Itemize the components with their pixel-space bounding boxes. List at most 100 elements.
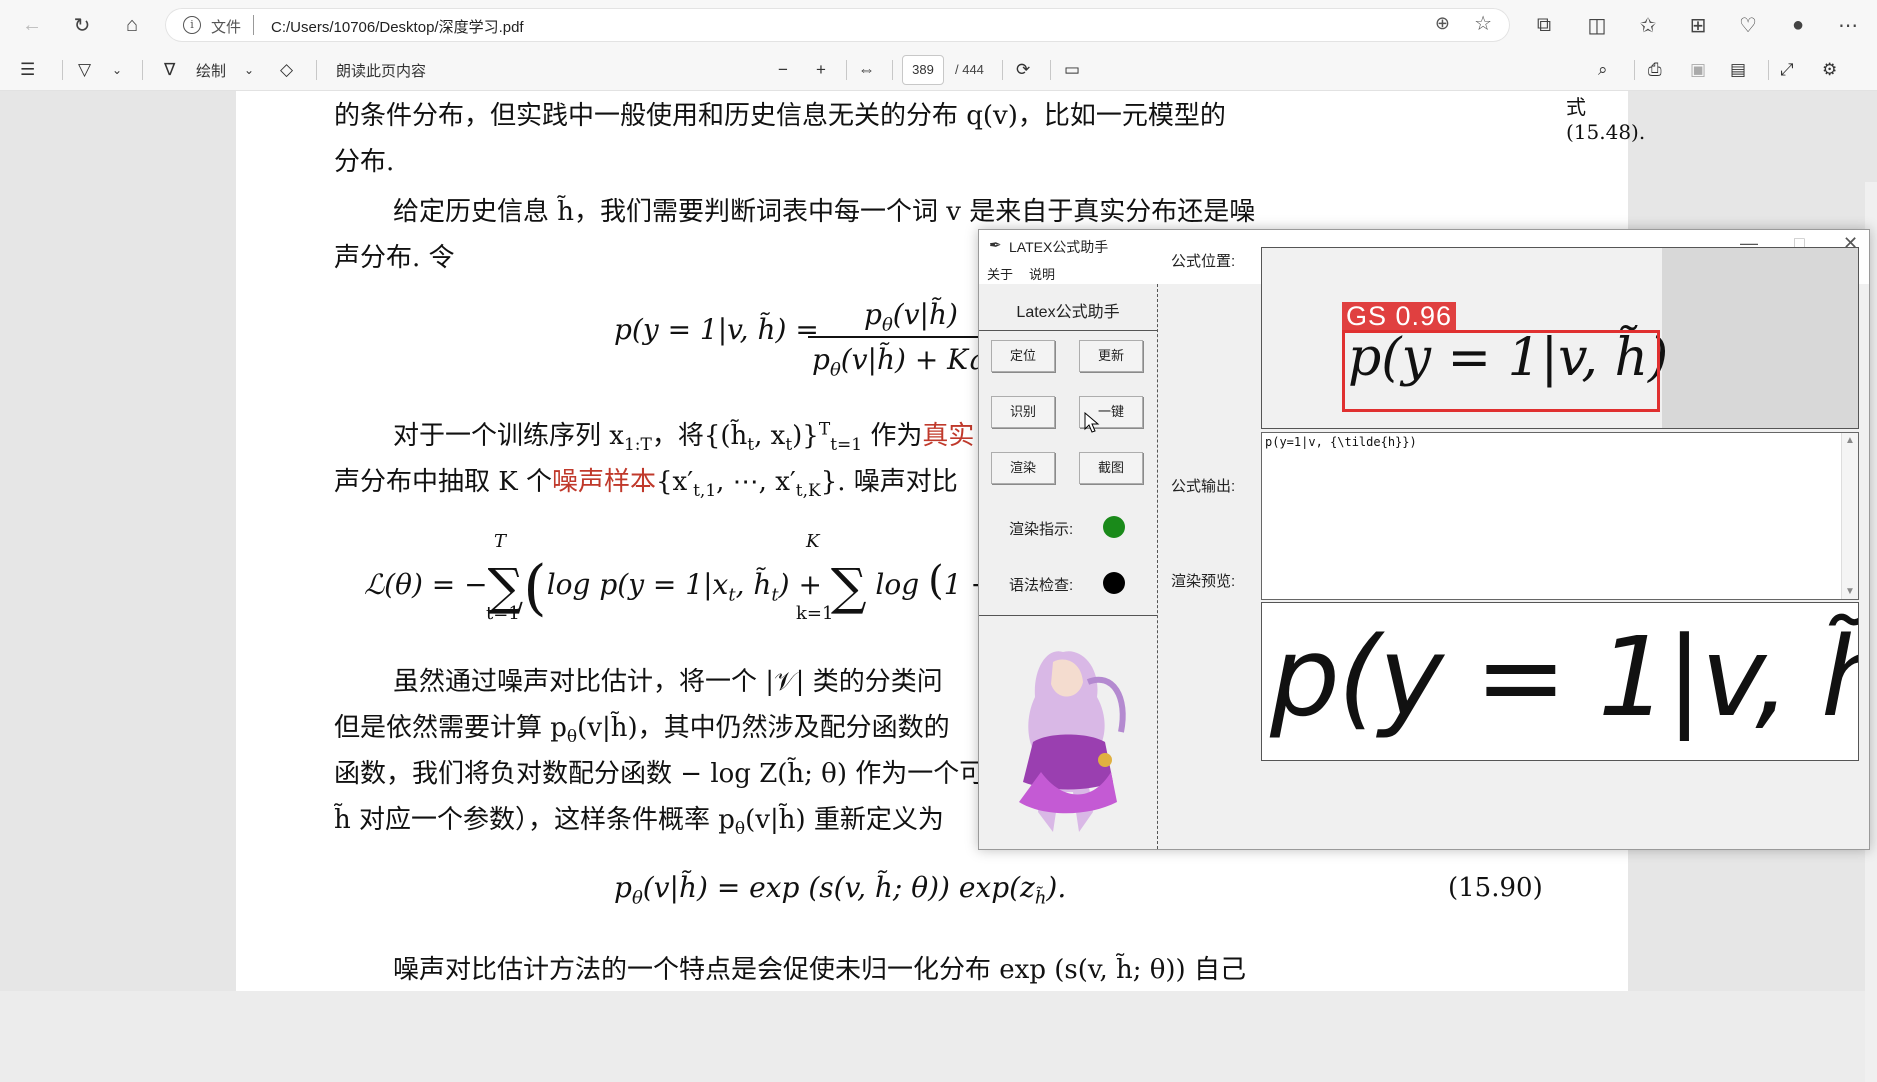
- render-indicator-label: 渲染指示:: [1009, 521, 1074, 538]
- chevron-down-icon[interactable]: ⌄: [244, 58, 254, 82]
- rotate-icon[interactable]: ⟳: [1016, 58, 1030, 82]
- side-reference: 式(15.48).: [1566, 95, 1646, 144]
- save-icon[interactable]: ▣: [1690, 58, 1706, 82]
- equation-15-90: pθ(v|h̃) = exp (s(v, h̃; θ)) exp(zh̃).: [614, 871, 1067, 909]
- paragraph-line: 函数，我们将负对数配分函数 − log Z(h̃; θ) 作为一个可: [334, 759, 986, 789]
- formula-output-textarea[interactable]: p(y=1|v, {\tilde{h}}) ▲ ▼: [1261, 432, 1859, 600]
- paragraph-line: 声分布. 令: [334, 243, 455, 273]
- highlight-icon[interactable]: ▽: [78, 58, 91, 82]
- health-icon[interactable]: ♡: [1734, 11, 1762, 39]
- menu-about[interactable]: 关于: [987, 264, 1013, 283]
- text-span: 对于一个训练序列 x: [393, 421, 624, 451]
- scroll-up-icon[interactable]: ▲: [1845, 435, 1855, 446]
- output-scrollbar[interactable]: ▲ ▼: [1841, 433, 1858, 599]
- address-bar[interactable]: i 文件 C:/Users/10706/Desktop/深度学习.pdf ⊕ ☆: [165, 8, 1510, 42]
- divider: [979, 330, 1157, 331]
- syntax-check-label: 语法检查:: [1009, 577, 1074, 594]
- page-number-input[interactable]: 389: [902, 55, 944, 85]
- contents-icon[interactable]: ☰: [20, 58, 35, 82]
- paragraph-line: 对于一个训练序列 x1:T，将{(h̃t, xt)}Tt=1 作为真实: [393, 419, 975, 456]
- eq-text: ℒ(θ) = −: [364, 568, 488, 601]
- paragraph-line: 给定历史信息 h̃，我们需要判断词表中每一个词 v 是来自于真实分布还是噪: [393, 197, 1256, 227]
- paragraph-line: 声分布中抽取 K 个噪声样本{x′t,1, ⋯, x′t,K}. 噪声对比: [334, 467, 958, 502]
- collections-icon[interactable]: ⊞: [1684, 11, 1712, 39]
- detection-score-label: GS 0.96: [1342, 302, 1457, 330]
- fullscreen-icon[interactable]: ⤢: [1780, 58, 1794, 82]
- home-icon[interactable]: ⌂: [118, 11, 146, 39]
- highlight-text[interactable]: 真实: [922, 421, 974, 451]
- zoom-out-icon[interactable]: −: [778, 58, 788, 82]
- chevron-down-icon[interactable]: ⌄: [112, 58, 122, 82]
- read-aloud-button[interactable]: 朗读此页内容: [336, 58, 426, 82]
- equation-lhs: p(y = 1|v, h̃) =: [614, 313, 819, 346]
- fit-page-icon[interactable]: ⇔: [858, 58, 875, 82]
- text-span: 作为: [862, 421, 923, 451]
- text-span: 但是依然需要计算 p: [334, 713, 567, 743]
- update-button[interactable]: 更新: [1079, 340, 1143, 372]
- save-as-icon[interactable]: ▤: [1730, 58, 1746, 82]
- toolbar-separator: [62, 60, 63, 80]
- render-preview-label: 渲染预览:: [1171, 573, 1236, 590]
- profile-icon[interactable]: ●: [1784, 11, 1812, 39]
- screenshot-button[interactable]: 截图: [1079, 452, 1143, 484]
- formula-position-view: p(y = 1|v, h̃) GS 0.96: [1261, 247, 1859, 429]
- address-separator: [253, 15, 254, 35]
- window-title: LATEX公式助手: [1009, 239, 1109, 255]
- sum-lower: k=1: [796, 603, 834, 624]
- info-icon[interactable]: i: [183, 16, 201, 34]
- feather-app-icon: ✒: [989, 237, 1002, 254]
- equation-numerator: pθ(v|h̃): [864, 298, 958, 336]
- toolbar-separator: [846, 60, 847, 80]
- preview-formula: p(y = 1|v, h̃): [1270, 613, 1858, 741]
- anime-character-illustration: [1019, 651, 1126, 832]
- pdf-toolbar: ☰ ▽ ⌄ ∇ 绘制 ⌄ ◇ 朗读此页内容 − + ⇔ 389 / 444 ⟳ …: [0, 50, 1877, 91]
- mouse-cursor-icon: [1084, 412, 1100, 433]
- render-preview-view: p(y = 1|v, h̃): [1261, 602, 1859, 761]
- latex-helper-window: ✒ LATEX公式助手 — □ ✕ 关于 说明 Latex公式助手 定位 更新 …: [978, 229, 1870, 850]
- favorite-star-icon[interactable]: ☆: [1474, 11, 1492, 36]
- scroll-down-icon[interactable]: ▼: [1845, 586, 1855, 597]
- eq-p: p: [614, 871, 632, 904]
- zoom-icon[interactable]: ⊕: [1435, 13, 1450, 34]
- equation-number: (15.90): [1448, 873, 1543, 903]
- text-span: ，将{(h̃: [651, 421, 748, 451]
- page-view-icon[interactable]: ▭: [1064, 58, 1080, 82]
- equation-denominator: pθ(v|h̃) + Kq(: [812, 343, 997, 381]
- eq-p: p: [864, 298, 882, 331]
- paragraph-line: 噪声对比估计方法的一个特点是会促使未归一化分布 exp (s(v, h̃; θ)…: [393, 955, 1246, 985]
- syntax-check-dot: [1103, 572, 1125, 594]
- recognize-button[interactable]: 识别: [991, 396, 1055, 428]
- toolbar-separator: [142, 60, 143, 80]
- render-button[interactable]: 渲染: [991, 452, 1055, 484]
- detection-box: [1342, 330, 1660, 412]
- favorites-icon[interactable]: ✩: [1634, 11, 1662, 39]
- url-text[interactable]: C:/Users/10706/Desktop/深度学习.pdf: [271, 16, 524, 37]
- protocol-label: 文件: [211, 19, 242, 36]
- toolbar-separator: [1634, 60, 1635, 80]
- control-panel: Latex公式助手 定位 更新 识别 一键 渲染 截图 渲染指示: 语法检查:: [979, 284, 1158, 849]
- paragraph-line: 分布.: [334, 147, 395, 177]
- draw-label[interactable]: 绘制: [196, 58, 226, 82]
- settings-gear-icon[interactable]: ⚙: [1822, 58, 1837, 82]
- split-screen-icon[interactable]: ◫: [1583, 11, 1611, 39]
- formula-output-label: 公式输出:: [1171, 478, 1236, 495]
- refresh-icon[interactable]: ↻: [68, 11, 96, 39]
- locate-button[interactable]: 定位: [991, 340, 1055, 372]
- menu-help[interactable]: 说明: [1029, 264, 1055, 283]
- formula-output-text[interactable]: p(y=1|v, {\tilde{h}}): [1265, 435, 1417, 449]
- zoom-in-icon[interactable]: +: [816, 58, 826, 82]
- back-icon[interactable]: ←: [18, 11, 46, 39]
- extensions-icon[interactable]: ⧉: [1530, 11, 1558, 39]
- formula-position-label: 公式位置:: [1171, 253, 1236, 270]
- highlight-text[interactable]: 噪声样本: [552, 467, 656, 497]
- eraser-icon[interactable]: ◇: [280, 58, 293, 82]
- paragraph-line: h̃ 对应一个参数），这样条件概率 pθ(v|h̃) 重新定义为: [334, 805, 944, 840]
- search-icon[interactable]: ⌕: [1598, 58, 1608, 82]
- browser-toolbar: ← ↻ ⌂ i 文件 C:/Users/10706/Desktop/深度学习.p…: [0, 0, 1877, 50]
- panel-heading: Latex公式助手: [1016, 304, 1120, 321]
- text-span: }. 噪声对比: [820, 467, 958, 497]
- more-menu-icon[interactable]: ⋯: [1834, 11, 1862, 39]
- toolbar-separator: [1050, 60, 1051, 80]
- draw-icon[interactable]: ∇: [164, 58, 175, 82]
- print-icon[interactable]: ⎙: [1648, 58, 1662, 82]
